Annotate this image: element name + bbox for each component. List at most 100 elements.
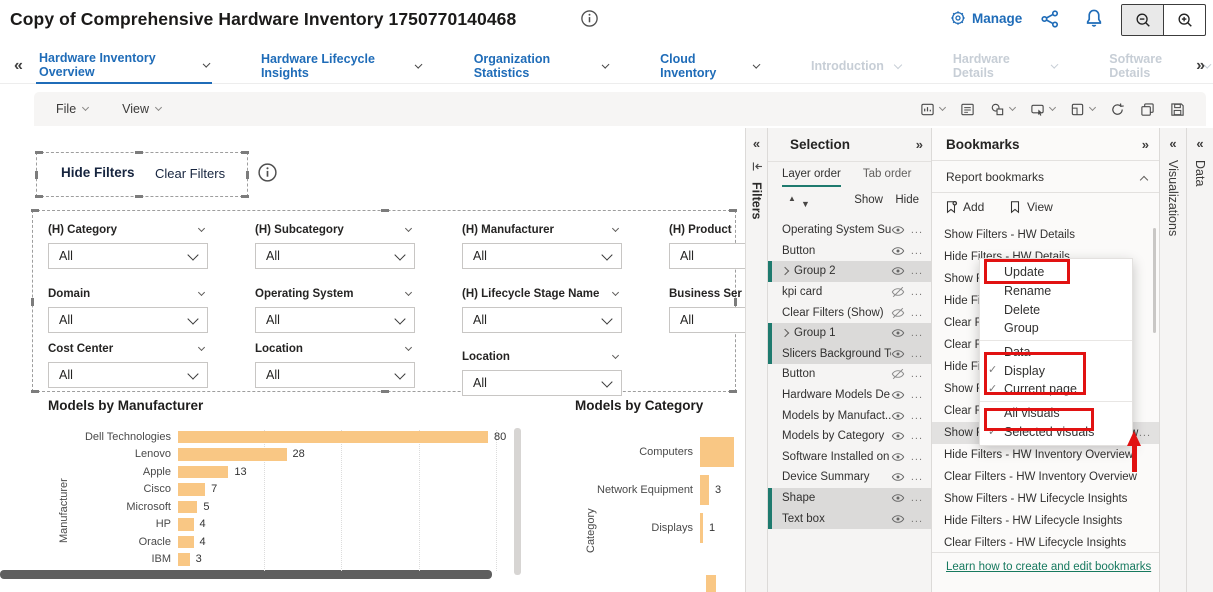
expand-group-icon[interactable] <box>781 329 789 337</box>
hide-all-button[interactable]: Hide <box>895 194 919 206</box>
visible-eye-icon[interactable] <box>891 326 905 340</box>
visual-info-icon[interactable] <box>257 162 278 183</box>
add-bookmark-button[interactable]: Add <box>944 200 984 214</box>
visible-eye-icon[interactable] <box>891 409 905 423</box>
visible-eye-icon[interactable] <box>891 244 905 258</box>
more-options-icon[interactable]: ... <box>911 471 923 483</box>
more-options-icon[interactable]: ... <box>911 307 923 319</box>
menu-item-display[interactable]: ✓Display <box>980 361 1132 380</box>
tab-cloud-inventory[interactable]: Cloud Inventory <box>657 48 762 84</box>
layer-item-group[interactable]: Group 1... <box>768 323 931 344</box>
menu-item-update[interactable]: Update <box>980 263 1132 282</box>
canvas-horizontal-scrollbar[interactable] <box>0 570 492 579</box>
partial-bar[interactable] <box>706 575 716 592</box>
report-info-icon[interactable] <box>580 9 599 28</box>
save-button[interactable] <box>1167 99 1188 120</box>
bar[interactable] <box>178 448 287 461</box>
slicer-menu-chevron-icon[interactable] <box>612 289 619 296</box>
slicer-domain-dropdown[interactable]: All <box>48 307 208 333</box>
slicer-menu-chevron-icon[interactable] <box>198 225 205 232</box>
more-options-icon[interactable]: ... <box>911 513 923 525</box>
chevron-down-icon[interactable] <box>894 60 902 68</box>
collapse-bookmarks-icon[interactable]: » <box>1142 137 1149 152</box>
bar[interactable] <box>178 536 194 549</box>
zoom-in-button[interactable] <box>1163 5 1205 35</box>
bookmarks-scrollbar[interactable] <box>1153 228 1156 333</box>
learn-bookmarks-link[interactable]: Learn how to create and edit bookmarks <box>946 561 1151 573</box>
more-options-icon[interactable]: ... <box>911 327 923 339</box>
layer-item[interactable]: kpi card... <box>768 282 931 303</box>
refresh-button[interactable] <box>1107 99 1128 120</box>
visualizations-strip-label[interactable]: Visualizations <box>1166 160 1180 236</box>
layer-item[interactable]: Button... <box>768 364 931 385</box>
expand-group-icon[interactable] <box>781 267 789 275</box>
collapse-selection-icon[interactable]: » <box>916 137 923 152</box>
visible-eye-icon[interactable] <box>891 491 905 505</box>
tab-introduction[interactable]: Introduction <box>808 48 904 84</box>
layer-item[interactable]: Models by Manufact...... <box>768 405 931 426</box>
file-menu[interactable]: File <box>56 102 88 116</box>
bookmark-item[interactable]: Hide Filters - HW Lifecycle Insights <box>932 510 1159 532</box>
layer-item-group[interactable]: Group 2... <box>768 261 931 282</box>
menu-item-current-page[interactable]: ✓Current page <box>980 380 1132 399</box>
menu-item-delete[interactable]: Delete <box>980 300 1132 319</box>
text-box-button[interactable] <box>957 99 978 120</box>
bookmark-item[interactable]: Show Filters - HW Lifecycle Insights <box>932 488 1159 510</box>
bookmark-item[interactable]: Clear Filters - HW Lifecycle Insights <box>932 532 1159 551</box>
clear-filters-button[interactable]: Clear Filters <box>155 166 225 181</box>
visible-eye-icon[interactable] <box>891 429 905 443</box>
manage-button[interactable]: Manage <box>950 10 1022 26</box>
chevron-up-icon[interactable] <box>1140 176 1148 184</box>
move-layer-down-icon[interactable]: ▼ <box>801 199 810 209</box>
hidden-eye-icon[interactable] <box>891 306 905 320</box>
share-button[interactable] <box>1040 9 1060 29</box>
layer-item[interactable]: Button... <box>768 241 931 262</box>
expand-data-icon[interactable]: « <box>1187 136 1213 151</box>
show-all-button[interactable]: Show <box>854 194 883 206</box>
dock-filters-icon[interactable] <box>751 160 764 173</box>
expand-filters-icon[interactable]: « <box>746 136 767 151</box>
visible-eye-icon[interactable] <box>891 388 905 402</box>
slicer-category-dropdown[interactable]: All <box>48 243 208 269</box>
more-options-icon[interactable]: ... <box>911 348 923 360</box>
tab-organization-statistics[interactable]: Organization Statistics <box>471 48 611 84</box>
tabs-scroll-left-icon[interactable]: « <box>14 57 23 75</box>
tab-layer-order[interactable]: Layer order <box>782 162 841 187</box>
notifications-button[interactable] <box>1084 8 1104 28</box>
bar[interactable] <box>178 501 197 514</box>
bar[interactable] <box>178 483 205 496</box>
visible-eye-icon[interactable] <box>891 264 905 278</box>
expand-visualizations-icon[interactable]: « <box>1160 136 1186 151</box>
slicer-lifecycle-stage-dropdown[interactable]: All <box>462 307 622 333</box>
shapes-button[interactable] <box>987 99 1018 120</box>
data-strip-label[interactable]: Data <box>1193 160 1207 186</box>
menu-item-group[interactable]: Group <box>980 319 1132 338</box>
slicer-menu-chevron-icon[interactable] <box>612 352 619 359</box>
more-options-icon[interactable]: ... <box>911 492 923 504</box>
menu-item-data[interactable]: Data <box>980 343 1132 362</box>
zoom-out-button[interactable] <box>1122 5 1163 35</box>
visible-eye-icon[interactable] <box>891 470 905 484</box>
slicer-menu-chevron-icon[interactable] <box>405 289 412 296</box>
chevron-down-icon[interactable] <box>202 59 210 67</box>
layer-item[interactable]: Hardware Models De...... <box>768 385 931 406</box>
page-layout-button[interactable] <box>1067 99 1098 120</box>
more-options-icon[interactable]: ... <box>911 224 923 236</box>
more-options-icon[interactable]: ... <box>911 451 923 463</box>
visible-eye-icon[interactable] <box>891 223 905 237</box>
buttons-button[interactable] <box>1027 99 1058 120</box>
slicer-menu-chevron-icon[interactable] <box>198 344 205 351</box>
slicer-menu-chevron-icon[interactable] <box>198 289 205 296</box>
report-bookmarks-section[interactable]: Report bookmarks <box>946 170 1044 184</box>
tab-hardware-details[interactable]: Hardware Details <box>950 48 1060 84</box>
slicer-location-2-dropdown[interactable]: All <box>462 370 622 396</box>
layer-item[interactable]: Text box... <box>768 508 931 529</box>
more-options-icon[interactable]: ... <box>911 286 923 298</box>
layer-item[interactable]: Slicers Background Te...... <box>768 344 931 365</box>
view-menu[interactable]: View <box>122 102 161 116</box>
more-options-icon[interactable]: ... <box>911 410 923 422</box>
bar[interactable] <box>178 431 488 444</box>
slicer-menu-chevron-icon[interactable] <box>405 225 412 232</box>
filters-strip-label[interactable]: Filters <box>750 182 764 220</box>
bookmark-item[interactable]: Hide Filters - HW Inventory Overview <box>932 444 1159 466</box>
